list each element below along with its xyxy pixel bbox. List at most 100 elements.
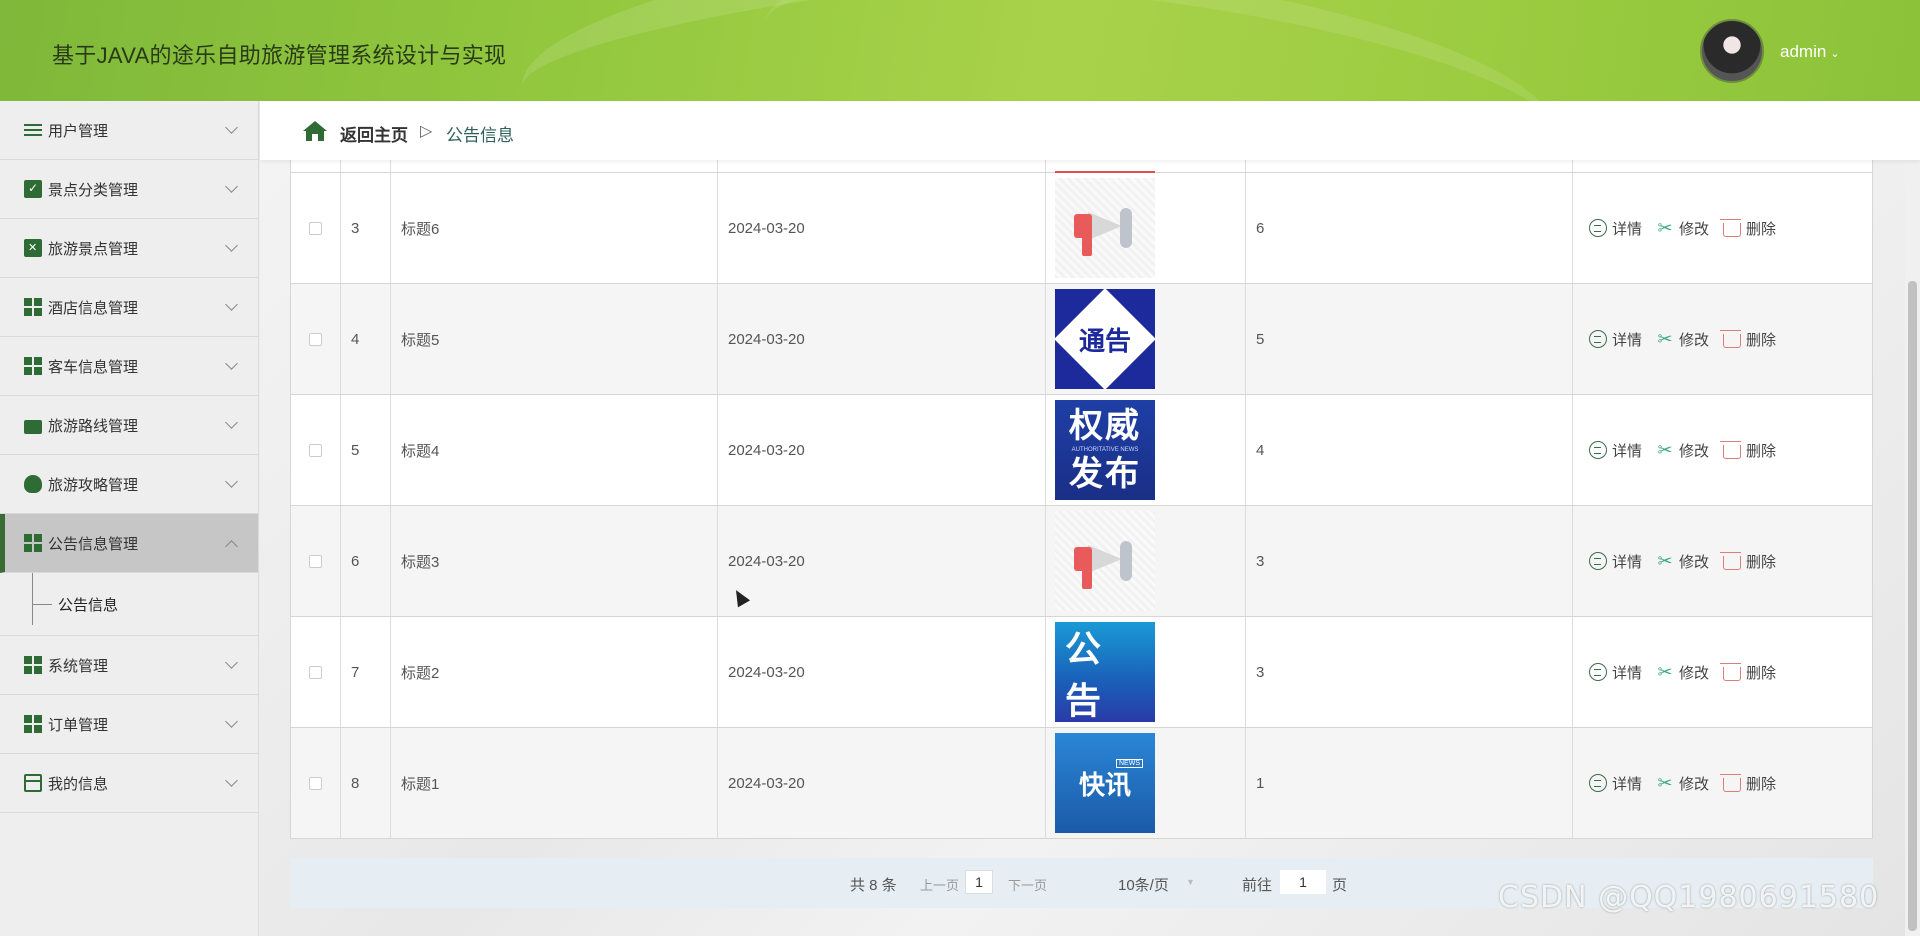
sidebar-item-label: 景点分类管理	[48, 181, 139, 199]
sidebar-item-orders[interactable]: 订单管理	[0, 695, 258, 754]
row-actions: 详情 ✂ 修改 删除	[1573, 173, 1872, 283]
trash-icon	[1720, 329, 1742, 348]
tonggao-thumbnail[interactable]: 通告	[1055, 289, 1155, 389]
bulb-icon	[24, 475, 42, 493]
sidebar-item-attraction-category[interactable]: 景点分类管理	[0, 160, 258, 219]
wrench-icon: ✂	[1657, 329, 1673, 349]
detail-icon	[1589, 552, 1607, 570]
chevron-down-icon: ⌄	[1830, 48, 1840, 60]
goto-label: 前往	[1242, 877, 1273, 894]
sidebar-item-coaches[interactable]: 客车信息管理	[0, 337, 258, 396]
row-count: 1	[1246, 728, 1573, 838]
delete-button[interactable]: 删除	[1720, 662, 1776, 683]
wrench-icon: ✂	[1657, 551, 1673, 571]
edit-button[interactable]: ✂ 修改	[1656, 440, 1709, 461]
sidebar-item-announcements[interactable]: 公告信息管理	[0, 514, 258, 573]
vertical-scrollbar[interactable]	[1905, 101, 1920, 936]
megaphone-thumbnail[interactable]	[1055, 511, 1155, 611]
row-count: 3	[1246, 617, 1573, 727]
sidebar-item-system[interactable]: 系统管理	[0, 636, 258, 695]
trash-icon	[1720, 773, 1742, 792]
detail-icon	[1589, 441, 1607, 459]
sidebar-subitem-label: 公告信息	[58, 596, 119, 614]
delete-button[interactable]: 删除	[1720, 440, 1776, 461]
sidebar-item-guides[interactable]: 旅游攻略管理	[0, 455, 258, 514]
trash-icon	[1720, 440, 1742, 459]
detail-icon	[1589, 663, 1607, 681]
quanwei-thumbnail[interactable]: 权威 AUTHORITATIVE NEWS 发布	[1055, 400, 1155, 500]
grid-icon	[24, 357, 42, 375]
sidebar-item-routes[interactable]: 旅游路线管理	[0, 396, 258, 455]
breadcrumb: 返回主页 ▷ 公告信息	[260, 101, 1920, 160]
sidebar-item-my-info[interactable]: 我的信息	[0, 754, 258, 813]
user-menu[interactable]: admin ⌄	[1780, 42, 1840, 62]
avatar[interactable]	[1700, 19, 1764, 83]
sidebar-subitem-announcement-info[interactable]: 公告信息	[0, 573, 258, 636]
row-count: 5	[1246, 284, 1573, 394]
briefcase-icon	[24, 420, 42, 434]
row-count: 3	[1246, 506, 1573, 616]
detail-button[interactable]: 详情	[1589, 662, 1642, 683]
sidebar-item-label: 公告信息管理	[48, 535, 139, 553]
top-header: 基于JAVA的途乐自助旅游管理系统设计与实现 admin ⌄	[0, 0, 1920, 101]
row-checkbox[interactable]	[291, 617, 341, 727]
scrollbar-thumb[interactable]	[1908, 281, 1917, 931]
clipboard-x-icon	[24, 239, 42, 257]
chevron-down-icon	[225, 357, 238, 370]
table-row: 4 标题5 2024-03-20 通告 5 详情 ✂ 修改 删除	[291, 284, 1872, 395]
kuaixun-thumbnail[interactable]: 快讯 NEWS	[1055, 733, 1155, 833]
row-title: 标题3	[391, 506, 718, 616]
list-icon	[24, 121, 42, 139]
row-checkbox[interactable]	[291, 395, 341, 505]
row-checkbox[interactable]	[291, 173, 341, 283]
detail-button[interactable]: 详情	[1589, 329, 1642, 350]
sidebar-item-hotels[interactable]: 酒店信息管理	[0, 278, 258, 337]
sidebar-item-label: 酒店信息管理	[48, 299, 139, 317]
delete-button[interactable]: 删除	[1720, 329, 1776, 350]
edit-button[interactable]: ✂ 修改	[1656, 329, 1709, 350]
detail-icon	[1589, 330, 1607, 348]
page-number-current[interactable]: 1	[965, 870, 993, 894]
detail-button[interactable]: 详情	[1589, 440, 1642, 461]
page-size-select[interactable]: 10条/页	[1118, 874, 1169, 895]
sidebar: 用户管理 景点分类管理 旅游景点管理 酒店信息管理 客车信息管理 旅游路线管理 …	[0, 101, 259, 936]
delete-button[interactable]: 删除	[1720, 218, 1776, 239]
chevron-down-icon	[225, 239, 238, 252]
detail-button[interactable]: 详情	[1589, 773, 1642, 794]
row-index: 4	[341, 284, 391, 394]
row-checkbox[interactable]	[291, 284, 341, 394]
gonggao-thumbnail[interactable]: 公告	[1055, 622, 1155, 722]
edit-button[interactable]: ✂ 修改	[1656, 773, 1709, 794]
home-link[interactable]: 返回主页	[340, 121, 408, 146]
row-date: 2024-03-20	[718, 173, 1046, 283]
chevron-down-icon	[225, 475, 238, 488]
app-title: 基于JAVA的途乐自助旅游管理系统设计与实现	[52, 43, 507, 68]
table-row: 6 标题3 2024-03-20 3 详情 ✂ 修改 删除	[291, 506, 1872, 617]
header-decoration	[749, 0, 1571, 101]
row-checkbox[interactable]	[291, 506, 341, 616]
sidebar-item-label: 旅游路线管理	[48, 417, 139, 435]
sidebar-item-attractions[interactable]: 旅游景点管理	[0, 219, 258, 278]
delete-button[interactable]: 删除	[1720, 773, 1776, 794]
edit-button[interactable]: ✂ 修改	[1656, 218, 1709, 239]
row-checkbox[interactable]	[291, 728, 341, 838]
edit-button[interactable]: ✂ 修改	[1656, 662, 1709, 683]
goto-page-input[interactable]	[1280, 870, 1326, 894]
sidebar-item-label: 用户管理	[48, 122, 109, 140]
table-row: 5 标题4 2024-03-20 权威 AUTHORITATIVE NEWS 发…	[291, 395, 1872, 506]
detail-button[interactable]: 详情	[1589, 551, 1642, 572]
prev-page-button[interactable]: 上一页	[920, 875, 959, 894]
row-actions: 详情 ✂ 修改 删除	[1573, 506, 1872, 616]
sidebar-item-user-management[interactable]: 用户管理	[0, 101, 258, 160]
detail-button[interactable]: 详情	[1589, 218, 1642, 239]
next-page-button[interactable]: 下一页	[1008, 875, 1047, 894]
trash-icon	[1720, 218, 1742, 237]
home-icon[interactable]	[302, 120, 328, 142]
main-content: 返回主页 ▷ 公告信息 3 标题6 2024-03-20 6 详情 ✂ 修改 删…	[260, 101, 1920, 936]
detail-icon	[1589, 774, 1607, 792]
chevron-down-icon	[225, 298, 238, 311]
row-index: 3	[341, 173, 391, 283]
delete-button[interactable]: 删除	[1720, 551, 1776, 572]
edit-button[interactable]: ✂ 修改	[1656, 551, 1709, 572]
megaphone-thumbnail[interactable]	[1055, 178, 1155, 278]
